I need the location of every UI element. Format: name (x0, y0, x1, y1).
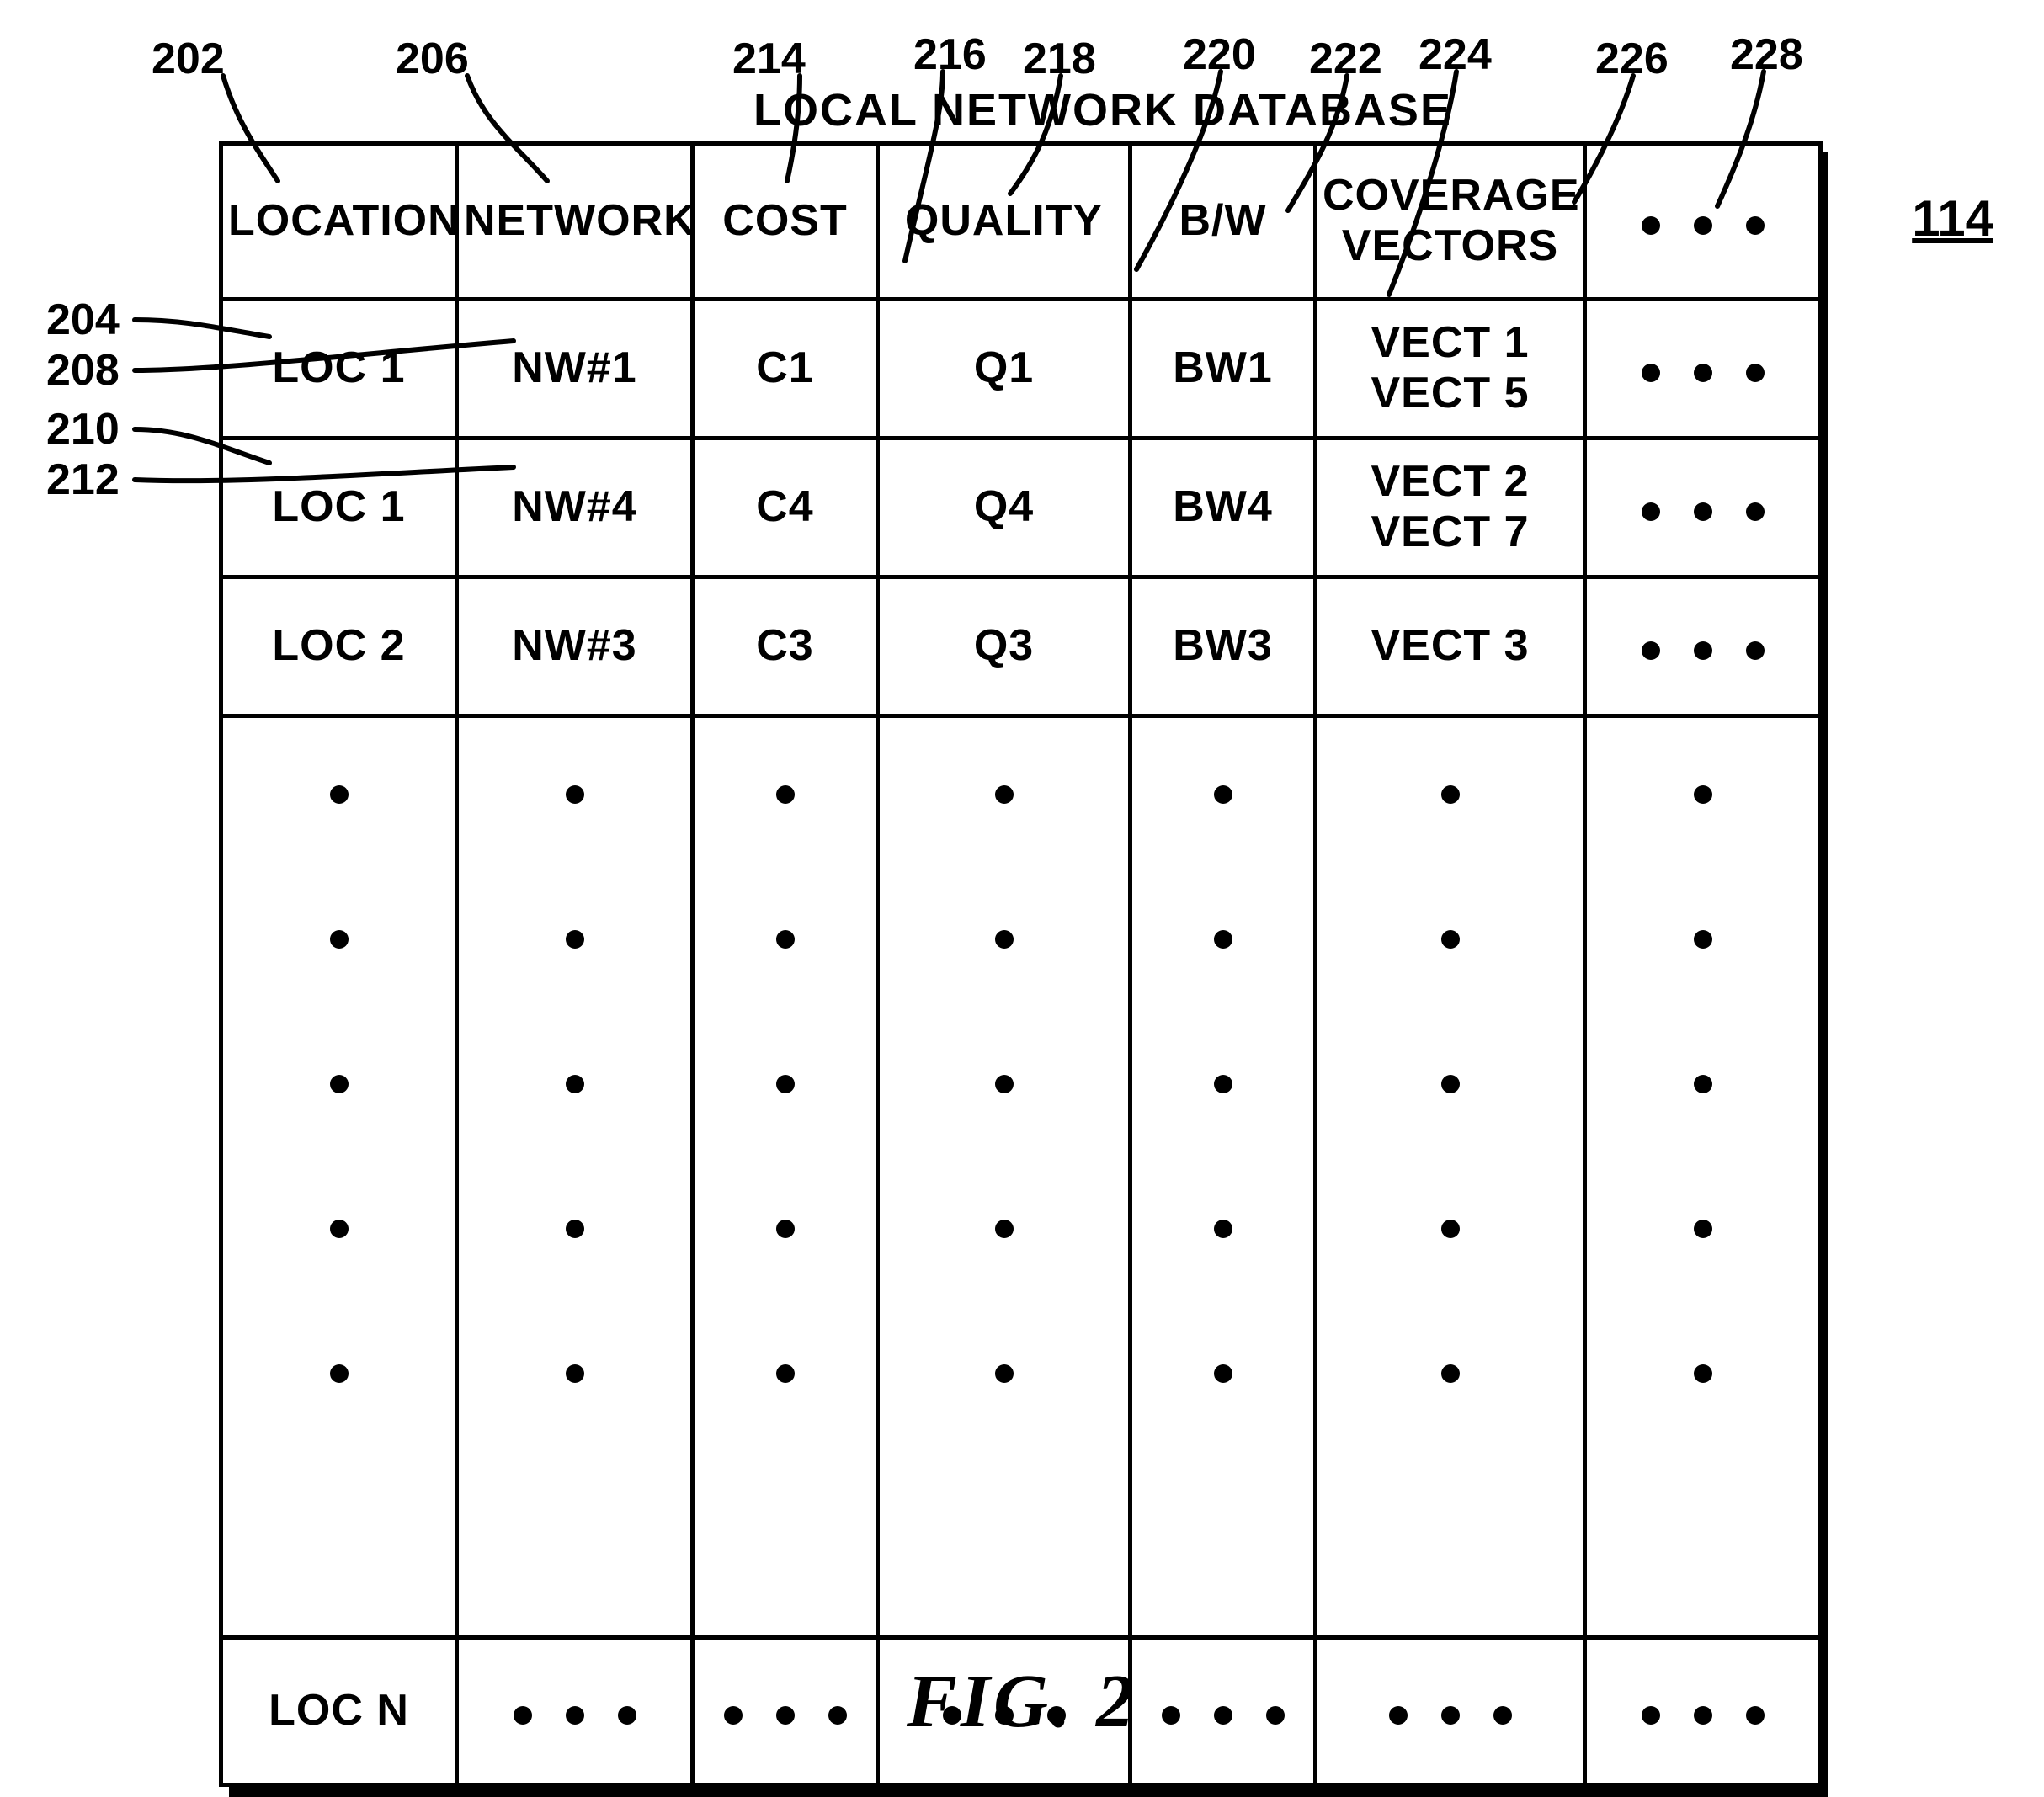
cell-more (1585, 439, 1821, 577)
ref-222: 222 (1309, 34, 1382, 84)
ref-204: 204 (46, 295, 120, 345)
cell-location: LOC 1 (221, 300, 457, 439)
cell-cost: C1 (693, 300, 878, 439)
cell-location: LOC 1 (221, 439, 457, 577)
col-quality: QUALITY (878, 144, 1131, 300)
cell-quality: Q1 (878, 300, 1131, 439)
vdots-icon (885, 785, 1123, 1627)
vdots-icon (228, 785, 450, 1627)
col-bw: B/W (1131, 144, 1316, 300)
table-row: LOC 1 NW#4 C4 Q4 BW4 VECT 2VECT 7 (221, 439, 1821, 577)
ref-208: 208 (46, 345, 120, 396)
cell-cost: C4 (693, 439, 878, 577)
figure-reference-114: 114 (1912, 189, 1993, 247)
cell-coverage: VECT 1VECT 5 (1316, 300, 1585, 439)
cell-location: LOC 2 (221, 577, 457, 716)
ellipsis-icon (1642, 216, 1765, 235)
ref-228: 228 (1730, 29, 1803, 80)
ref-210: 210 (46, 404, 120, 455)
header-row: LOCATION NETWORK COST QUALITY B/W COVERA… (221, 144, 1821, 300)
cell-cost: C3 (693, 577, 878, 716)
cell-more (1585, 300, 1821, 439)
ellipsis-icon (1642, 364, 1765, 382)
cell-quality: Q3 (878, 577, 1131, 716)
table-row: LOC 2 NW#3 C3 Q3 BW3 VECT 3 (221, 577, 1821, 716)
cell-coverage: VECT 3 (1316, 577, 1585, 716)
ref-216: 216 (913, 29, 987, 80)
cell-network: NW#3 (457, 577, 693, 716)
vdots-icon (1323, 785, 1578, 1627)
ref-218: 218 (1023, 34, 1096, 84)
figure-caption: FIG. 2 (0, 1658, 2044, 1745)
ref-224: 224 (1419, 29, 1492, 80)
col-more (1585, 144, 1821, 300)
col-network: NETWORK (457, 144, 693, 300)
col-location: LOCATION (221, 144, 457, 300)
table-shadow (229, 1787, 1828, 1797)
col-coverage: COVERAGEVECTORS (1316, 144, 1585, 300)
vdots-icon (1592, 785, 1813, 1627)
table-shadow (1818, 152, 1828, 1797)
cell-bw: BW4 (1131, 439, 1316, 577)
diagram-stage: LOCAL NETWORK DATABASE 114 202 206 214 2… (0, 0, 2044, 1753)
vdots-icon (464, 785, 685, 1627)
cell-network: NW#4 (457, 439, 693, 577)
cell-quality: Q4 (878, 439, 1131, 577)
cell-bw: BW3 (1131, 577, 1316, 716)
diagram-title: LOCAL NETWORK DATABASE (640, 84, 1566, 136)
col-cost: COST (693, 144, 878, 300)
cell-bw: BW1 (1131, 300, 1316, 439)
continuation-row (221, 716, 1821, 1638)
cell-network: NW#1 (457, 300, 693, 439)
ref-206: 206 (396, 34, 469, 84)
ref-212: 212 (46, 455, 120, 505)
ellipsis-icon (1642, 641, 1765, 660)
vdots-icon (1137, 785, 1308, 1627)
table-row: LOC 1 NW#1 C1 Q1 BW1 VECT 1VECT 5 (221, 300, 1821, 439)
cell-more (1585, 577, 1821, 716)
ref-202: 202 (152, 34, 225, 84)
cell-coverage: VECT 2VECT 7 (1316, 439, 1585, 577)
ellipsis-icon (1642, 502, 1765, 521)
ref-220: 220 (1183, 29, 1256, 80)
vdots-icon (700, 785, 870, 1627)
ref-226: 226 (1595, 34, 1669, 84)
database-table: LOCATION NETWORK COST QUALITY B/W COVERA… (219, 141, 1818, 1787)
ref-214: 214 (732, 34, 806, 84)
